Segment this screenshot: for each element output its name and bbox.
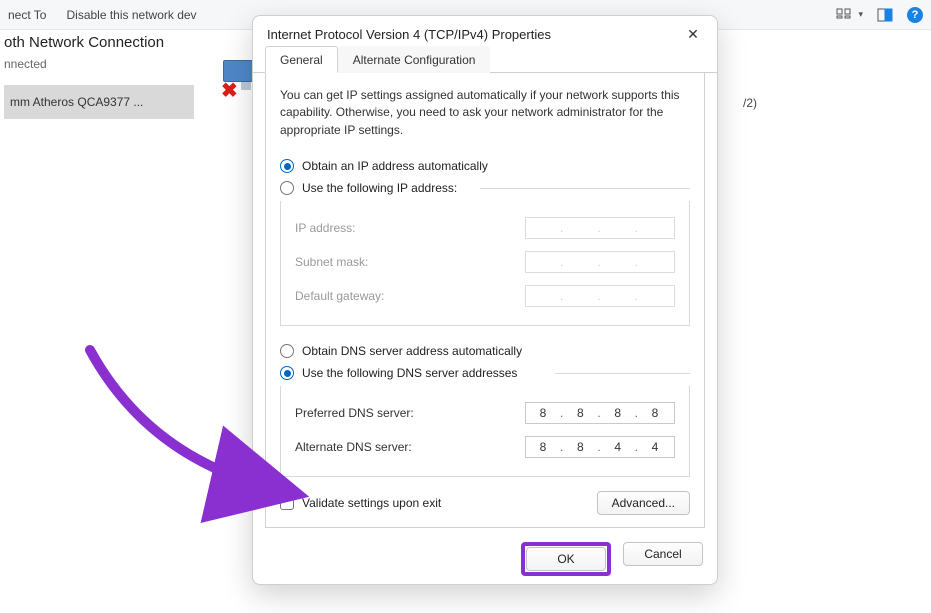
row-subnet-mask: Subnet mask: ... [295, 245, 675, 279]
alternate-dns-input[interactable]: 8. 8. 4. 4 [525, 436, 675, 458]
adapter-selected-item[interactable]: mm Atheros QCA9377 ... [4, 85, 194, 119]
validate-label: Validate settings upon exit [302, 496, 441, 510]
background-fragment: /2) [743, 96, 757, 110]
alternate-dns-label: Alternate DNS server: [295, 440, 412, 454]
row-ip-address: IP address: ... [295, 211, 675, 245]
radio-icon [280, 344, 294, 358]
gateway-input: ... [525, 285, 675, 307]
radio-ip-manual-label: Use the following IP address: [302, 181, 457, 195]
ok-button[interactable]: OK [526, 547, 606, 571]
dns-fields-group: Preferred DNS server: 8. 8. 8. 8 Alterna… [280, 386, 690, 477]
radio-ip-auto[interactable]: Obtain an IP address automatically [280, 155, 690, 177]
gateway-label: Default gateway: [295, 289, 384, 303]
checkbox-icon [280, 496, 294, 510]
adapter-status: nnected [4, 57, 200, 85]
radio-dns-manual-label: Use the following DNS server addresses [302, 366, 517, 380]
tab-general[interactable]: General [265, 46, 338, 73]
tab-content: You can get IP settings assigned automat… [265, 73, 705, 528]
preview-pane-icon[interactable] [877, 7, 893, 23]
info-text: You can get IP settings assigned automat… [280, 87, 690, 139]
radio-icon [280, 181, 294, 195]
dialog-title: Internet Protocol Version 4 (TCP/IPv4) P… [267, 27, 681, 42]
ip-fields-group: IP address: ... Subnet mask: ... Default… [280, 201, 690, 326]
dialog-footer: OK Cancel [253, 536, 717, 588]
toolbar-disable-device[interactable]: Disable this network dev [66, 8, 196, 22]
radio-dns-auto-label: Obtain DNS server address automatically [302, 344, 522, 358]
view-options-caret-icon[interactable]: ▾ [858, 9, 863, 20]
row-preferred-dns: Preferred DNS server: 8. 8. 8. 8 [295, 396, 675, 430]
radio-icon [280, 366, 294, 380]
ok-highlight: OK [521, 542, 611, 576]
view-options-icon[interactable] [836, 7, 852, 23]
ipv4-properties-dialog: Internet Protocol Version 4 (TCP/IPv4) P… [252, 15, 718, 585]
adapter-title: oth Network Connection [4, 30, 200, 57]
radio-icon [280, 159, 294, 173]
background-panel: oth Network Connection nnected mm Athero… [0, 30, 200, 119]
tab-alternate[interactable]: Alternate Configuration [338, 46, 491, 73]
toolbar-connect-to[interactable]: nect To [8, 8, 46, 22]
close-icon[interactable]: ✕ [681, 26, 705, 43]
preferred-dns-input[interactable]: 8. 8. 8. 8 [525, 402, 675, 424]
row-gateway: Default gateway: ... [295, 279, 675, 313]
subnet-mask-input: ... [525, 251, 675, 273]
help-icon[interactable]: ? [907, 7, 923, 23]
subnet-mask-label: Subnet mask: [295, 255, 368, 269]
disconnected-x-icon: ✖ [221, 82, 238, 100]
radio-dns-auto[interactable]: Obtain DNS server address automatically [280, 340, 690, 362]
row-alternate-dns: Alternate DNS server: 8. 8. 4. 4 [295, 430, 675, 464]
advanced-button[interactable]: Advanced... [597, 491, 690, 515]
ip-address-input: ... [525, 217, 675, 239]
ip-address-label: IP address: [295, 221, 355, 235]
radio-ip-auto-label: Obtain an IP address automatically [302, 159, 488, 173]
preferred-dns-label: Preferred DNS server: [295, 406, 414, 420]
validate-on-exit-checkbox[interactable]: Validate settings upon exit [280, 492, 441, 514]
cancel-button[interactable]: Cancel [623, 542, 703, 566]
tab-bar: General Alternate Configuration [253, 45, 717, 73]
